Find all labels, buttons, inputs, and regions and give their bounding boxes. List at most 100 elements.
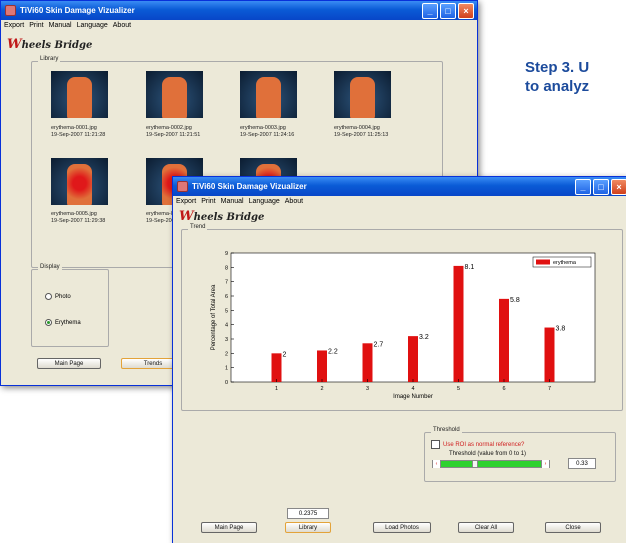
minimize-icon[interactable]: _ <box>422 3 438 19</box>
bar <box>317 350 327 382</box>
y-tick-label: 1 <box>225 366 228 372</box>
thumbnail-filename: erythema-0005.jpg <box>51 211 97 217</box>
menu-about[interactable]: About <box>285 198 303 205</box>
data-label: 8.1 <box>465 264 475 271</box>
y-tick-label: 9 <box>225 251 228 257</box>
y-tick-label: 5 <box>225 308 228 314</box>
y-tick-label: 3 <box>225 337 228 343</box>
main-page-button[interactable]: Main Page <box>37 358 101 369</box>
library-menu-bar: Export Print Manual Language About <box>1 20 477 31</box>
x-tick-label: 3 <box>366 386 369 392</box>
instruction-line-1: Step 3. U <box>525 59 590 76</box>
thumbnail-date: 19-Sep-2007 11:24:16 <box>240 132 295 138</box>
thumbnail-image[interactable] <box>334 71 391 118</box>
y-tick-label: 8 <box>225 265 228 271</box>
x-tick-label: 1 <box>275 386 278 392</box>
trend-window: TiVi60 Skin Damage Vizualizer _ □ × Expo… <box>172 176 626 543</box>
data-label: 2.2 <box>328 348 338 355</box>
library-window-titlebar[interactable]: TiVi60 Skin Damage Vizualizer _ □ × <box>1 1 477 20</box>
hand-photo <box>350 77 375 118</box>
clear-all-button[interactable]: Clear All <box>458 522 514 533</box>
thumbnail-caption: erythema-0004.jpg 19-Sep-2007 11:25:13 <box>334 125 388 139</box>
bar <box>544 327 555 382</box>
display-group: Display <box>31 264 109 347</box>
threshold-slider[interactable]: ‹ › <box>432 460 550 468</box>
x-tick-label: 6 <box>502 386 505 392</box>
trend-window-titlebar[interactable]: TiVi60 Skin Damage Vizualizer _ □ × <box>173 177 626 196</box>
hand-photo <box>256 77 281 118</box>
y-tick-label: 2 <box>225 351 228 357</box>
thumbnail-caption: erythema-0003.jpg 19-Sep-2007 11:24:16 <box>240 125 294 139</box>
maximize-icon[interactable]: □ <box>593 179 609 195</box>
thumbnail-caption: erythema-0005.jpg 19-Sep-2007 11:29:38 <box>51 211 105 225</box>
thumbnail-filename: erythema-0001.jpg <box>51 125 97 131</box>
roi-checkbox-row[interactable]: Use ROI as normal reference? <box>431 440 524 449</box>
radio-erythema-button[interactable] <box>45 319 52 326</box>
menu-print[interactable]: Print <box>29 22 43 29</box>
y-axis-label: Percentage of Total Area <box>211 284 217 350</box>
bar <box>499 298 509 382</box>
thumbnail-image[interactable] <box>146 71 203 118</box>
maximize-icon[interactable]: □ <box>440 3 456 19</box>
roi-checkbox-label: Use ROI as normal reference? <box>443 441 525 448</box>
radio-photo-button[interactable] <box>45 293 52 300</box>
thumbnail-image[interactable] <box>51 158 108 205</box>
library-button[interactable]: Library <box>285 522 331 533</box>
roi-checkbox[interactable] <box>431 440 440 449</box>
slider-thumb[interactable] <box>471 460 478 468</box>
menu-print[interactable]: Print <box>201 198 215 205</box>
menu-manual[interactable]: Manual <box>49 22 72 29</box>
threshold-label: Threshold <box>431 427 462 433</box>
value-display-box: 0.2375 <box>287 508 329 519</box>
thumbnail-caption: erythema-0002.jpg 19-Sep-2007 11:21:51 <box>146 125 200 139</box>
load-photos-button[interactable]: Load Photos <box>373 522 431 533</box>
radio-erythema[interactable]: Erythema <box>45 319 81 326</box>
main-page-button[interactable]: Main Page <box>201 522 257 533</box>
x-tick-label: 4 <box>411 386 414 392</box>
instruction-line-2: to analyz <box>525 78 590 95</box>
threshold-value-field[interactable]: 0.33 <box>568 458 596 469</box>
thumbnail-date: 19-Sep-2007 11:29:38 <box>51 218 106 224</box>
legend-label: erythema <box>553 260 577 266</box>
bar <box>362 343 373 382</box>
trend-window-title: TiVi60 Skin Damage Vizualizer <box>192 182 307 191</box>
close-icon[interactable]: × <box>611 179 626 195</box>
thumbnail-image[interactable] <box>51 71 108 118</box>
y-tick-label: 0 <box>225 380 228 386</box>
minimize-icon[interactable]: _ <box>575 179 591 195</box>
close-icon[interactable]: × <box>458 3 474 19</box>
menu-language[interactable]: Language <box>77 22 108 29</box>
close-button[interactable]: Close <box>545 522 601 533</box>
x-axis-label: Image Number <box>393 394 433 400</box>
radio-photo-label: Photo <box>55 293 71 300</box>
thumbnail-image[interactable] <box>240 71 297 118</box>
app-icon <box>5 5 16 16</box>
x-tick-label: 2 <box>320 386 323 392</box>
y-tick-label: 6 <box>225 294 228 300</box>
library-label: Library <box>38 56 61 62</box>
y-tick-label: 4 <box>225 323 228 329</box>
menu-language[interactable]: Language <box>249 198 280 205</box>
data-label: 5.8 <box>510 297 520 304</box>
x-tick-label: 5 <box>457 386 460 392</box>
library-window-title: TiVi60 Skin Damage Vizualizer <box>20 6 135 15</box>
radio-photo[interactable]: Photo <box>45 293 71 300</box>
thumbnail-caption: erythema-0001.jpg 19-Sep-2007 11:21:28 <box>51 125 105 139</box>
menu-export[interactable]: Export <box>4 22 24 29</box>
menu-manual[interactable]: Manual <box>221 198 244 205</box>
thumbnail-date: 19-Sep-2007 11:21:28 <box>51 132 106 138</box>
bar <box>271 353 282 382</box>
data-label: 3.2 <box>419 334 429 341</box>
data-label: 2.7 <box>374 341 384 348</box>
hand-photo <box>67 77 92 118</box>
wheels-bridge-logo: Wheels Bridge <box>179 209 265 224</box>
menu-export[interactable]: Export <box>176 198 196 205</box>
slider-right-arrow-icon[interactable]: › <box>541 460 549 468</box>
thumbnail-filename: erythema-0003.jpg <box>240 125 286 131</box>
slider-left-arrow-icon[interactable]: ‹ <box>433 460 441 468</box>
wheels-bridge-logo: Wheels Bridge <box>7 37 93 52</box>
x-tick-label: 7 <box>548 386 551 392</box>
display-label: Display <box>38 264 62 270</box>
trend-menu-bar: Export Print Manual Language About <box>173 196 626 207</box>
menu-about[interactable]: About <box>113 22 131 29</box>
